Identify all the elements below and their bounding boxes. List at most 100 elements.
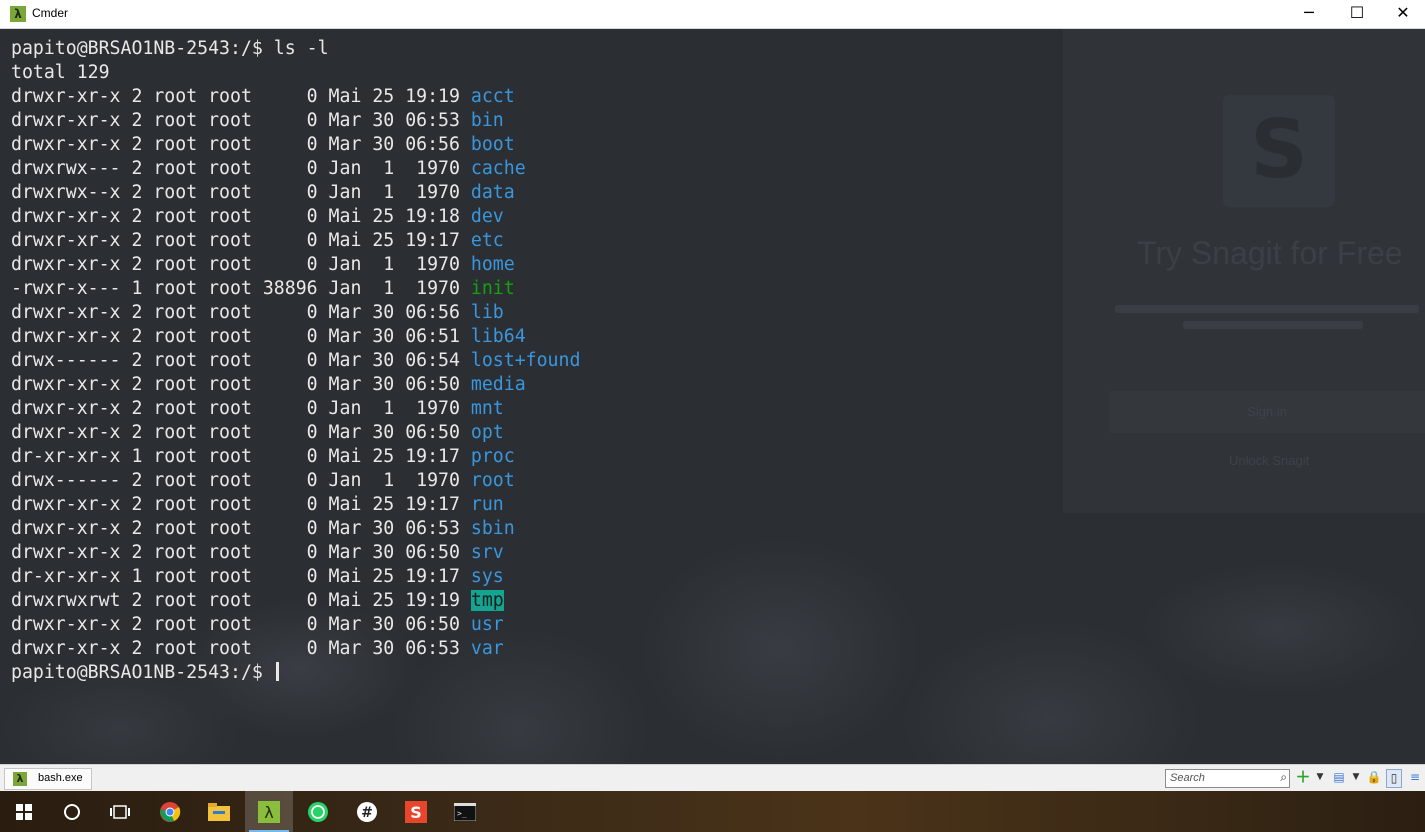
terminal-line: drwxr-xr-x 2 root root 0 Mai 25 19:17 et… [11, 229, 580, 253]
slack-icon[interactable]: # [343, 791, 391, 832]
file-name: lib64 [470, 326, 526, 347]
output-text: total 129 [11, 62, 110, 83]
file-name: dev [470, 206, 504, 227]
terminal-line: drwxrwx--x 2 root root 0 Jan 1 1970 data [11, 181, 580, 205]
snagit-icon[interactable]: S [392, 791, 440, 832]
file-metadata: -rwxr-x--- 1 root root 38896 Jan 1 1970 [11, 278, 471, 299]
terminal-line: -rwxr-x--- 1 root root 38896 Jan 1 1970 … [11, 277, 580, 301]
file-name: root [470, 470, 515, 491]
file-explorer-icon[interactable] [195, 791, 243, 832]
menu-icon[interactable]: ≡ [1407, 769, 1423, 786]
svg-text:S: S [410, 803, 422, 822]
file-name: lib [470, 302, 504, 323]
windows-start-icon[interactable] [0, 791, 48, 832]
file-metadata: drwxr-xr-x 2 root root 0 Mai 25 19:17 [11, 494, 471, 515]
search-icon[interactable]: ⌕ [1280, 770, 1287, 785]
snagit-signin-button: Sign in [1109, 391, 1425, 433]
snagit-text-line [1183, 321, 1363, 329]
prompt-line[interactable]: papito@BRSAO1NB-2543:/$ [11, 661, 580, 685]
tab-label: bash.exe [38, 772, 83, 784]
maximize-button[interactable]: ☐ [1334, 0, 1380, 28]
file-metadata: drwxr-xr-x 2 root root 0 Mar 30 06:53 [11, 110, 471, 131]
file-metadata: drwxr-xr-x 2 root root 0 Mar 30 06:50 [11, 614, 471, 635]
terminal-line: drwxr-xr-x 2 root root 0 Mar 30 06:53 sb… [11, 517, 580, 541]
minimize-button[interactable]: ─ [1286, 0, 1332, 28]
chrome-icon[interactable] [146, 791, 194, 832]
lock-icon[interactable]: 🔒 [1366, 769, 1382, 786]
file-metadata: drwxr-xr-x 2 root root 0 Mai 25 19:18 [11, 206, 471, 227]
file-metadata: drwxr-xr-x 2 root root 0 Jan 1 1970 [11, 254, 471, 275]
new-console-plus-icon[interactable]: ＋ [1295, 769, 1311, 786]
file-metadata: drwxr-xr-x 2 root root 0 Mar 30 06:53 [11, 518, 471, 539]
file-name: bin [470, 110, 504, 131]
layout-icon[interactable]: ▯ [1386, 769, 1402, 788]
terminal-line: drwxr-xr-x 2 root root 0 Mar 30 06:53 bi… [11, 109, 580, 133]
file-name: mnt [470, 398, 504, 419]
chevron-down-icon[interactable]: ▼ [1312, 769, 1328, 786]
terminal-line: dr-xr-xr-x 1 root root 0 Mai 25 19:17 pr… [11, 445, 580, 469]
search-circle-icon[interactable] [48, 791, 96, 832]
console-icon[interactable]: >_ [441, 791, 489, 832]
terminal-line: total 129 [11, 61, 580, 85]
task-view-icon[interactable] [96, 791, 144, 832]
whatsapp-icon[interactable] [294, 791, 342, 832]
close-button[interactable]: ✕ [1380, 0, 1425, 28]
file-metadata: drwxr-xr-x 2 root root 0 Jan 1 1970 [11, 398, 471, 419]
prompt-text: papito@BRSAO1NB-2543:/$ [11, 662, 274, 683]
terminal-line: drwxr-xr-x 2 root root 0 Mar 30 06:50 op… [11, 421, 580, 445]
svg-text:>_: >_ [457, 809, 467, 818]
file-name: media [470, 374, 526, 395]
file-metadata: drwxr-xr-x 2 root root 0 Mar 30 06:53 [11, 638, 471, 659]
chevron-down-icon[interactable]: ▼ [1348, 769, 1364, 786]
terminal-line: drwxr-xr-x 2 root root 0 Mai 25 19:17 ru… [11, 493, 580, 517]
file-name: boot [470, 134, 515, 155]
terminal-line: drwxr-xr-x 2 root root 0 Mar 30 06:50 sr… [11, 541, 580, 565]
snagit-unlock-link: Unlock Snagit [1229, 453, 1310, 468]
file-name: home [470, 254, 515, 275]
file-name: run [470, 494, 504, 515]
file-name: proc [470, 446, 515, 467]
file-metadata: drwx------ 2 root root 0 Jan 1 1970 [11, 470, 471, 491]
file-name: usr [470, 614, 504, 635]
terminal-line: dr-xr-xr-x 1 root root 0 Mai 25 19:17 sy… [11, 565, 580, 589]
search-box[interactable]: ⌕ [1165, 769, 1290, 788]
background-snagit-panel: S Try Snagit for Free Sign in Unlock Sna… [1063, 29, 1425, 513]
file-metadata: drwxrwxrwt 2 root root 0 Mai 25 19:19 [11, 590, 471, 611]
terminal-line: drwxr-xr-x 2 root root 0 Jan 1 1970 home [11, 253, 580, 277]
cmder-lambda-icon: λ [10, 6, 26, 22]
file-metadata: drwxrwx--- 2 root root 0 Jan 1 1970 [11, 158, 471, 179]
file-name: lost+found [470, 350, 581, 371]
terminal-console[interactable]: S Try Snagit for Free Sign in Unlock Sna… [0, 29, 1425, 764]
console-tab[interactable]: λ bash.exe [4, 768, 92, 790]
file-metadata: dr-xr-xr-x 1 root root 0 Mai 25 19:17 [11, 566, 471, 587]
terminal-line: drwxr-xr-x 2 root root 0 Mar 30 06:56 bo… [11, 133, 580, 157]
file-name: srv [470, 542, 504, 563]
file-metadata: drwx------ 2 root root 0 Mar 30 06:54 [11, 350, 471, 371]
cmder-statusbar: λ bash.exe ⌕ ＋ ▼ ▤ ▼ 🔒 ▯ ≡ [0, 764, 1425, 791]
file-metadata: drwxr-xr-x 2 root root 0 Mar 30 06:50 [11, 374, 471, 395]
terminal-line: drwx------ 2 root root 0 Jan 1 1970 root [11, 469, 580, 493]
window-title: Cmder [32, 6, 69, 20]
file-name: acct [470, 86, 515, 107]
file-metadata: dr-xr-xr-x 1 root root 0 Mai 25 19:17 [11, 446, 471, 467]
terminal-output: papito@BRSAO1NB-2543:/$ ls -l total 129 dr… [11, 37, 580, 685]
terminal-line: drwx------ 2 root root 0 Mar 30 06:54 lo… [11, 349, 580, 373]
search-input[interactable] [1170, 770, 1270, 786]
file-metadata: drwxr-xr-x 2 root root 0 Mar 30 06:56 [11, 302, 471, 323]
file-metadata: drwxr-xr-x 2 root root 0 Mar 30 06:50 [11, 542, 471, 563]
snagit-text-line [1115, 305, 1419, 313]
terminal-line: drwxr-xr-x 2 root root 0 Mar 30 06:51 li… [11, 325, 580, 349]
window-titlebar: λ Cmder ─ ☐ ✕ [0, 0, 1425, 29]
terminal-line: drwxr-xr-x 2 root root 0 Mai 25 19:19 ac… [11, 85, 580, 109]
file-name: data [470, 182, 515, 203]
command-text: papito@BRSAO1NB-2543:/$ ls -l [11, 38, 329, 59]
file-name: var [470, 638, 504, 659]
file-metadata: drwxr-xr-x 2 root root 0 Mai 25 19:17 [11, 230, 471, 251]
terminal-line: drwxr-xr-x 2 root root 0 Mar 30 06:53 va… [11, 637, 580, 661]
svg-text:λ: λ [264, 803, 273, 822]
terminal-line: drwxr-xr-x 2 root root 0 Mai 25 19:18 de… [11, 205, 580, 229]
snagit-logo-icon: S [1223, 95, 1335, 207]
file-name: sbin [470, 518, 515, 539]
split-view-icon[interactable]: ▤ [1331, 769, 1347, 786]
cmder-taskbar-icon[interactable]: λ [245, 791, 293, 832]
